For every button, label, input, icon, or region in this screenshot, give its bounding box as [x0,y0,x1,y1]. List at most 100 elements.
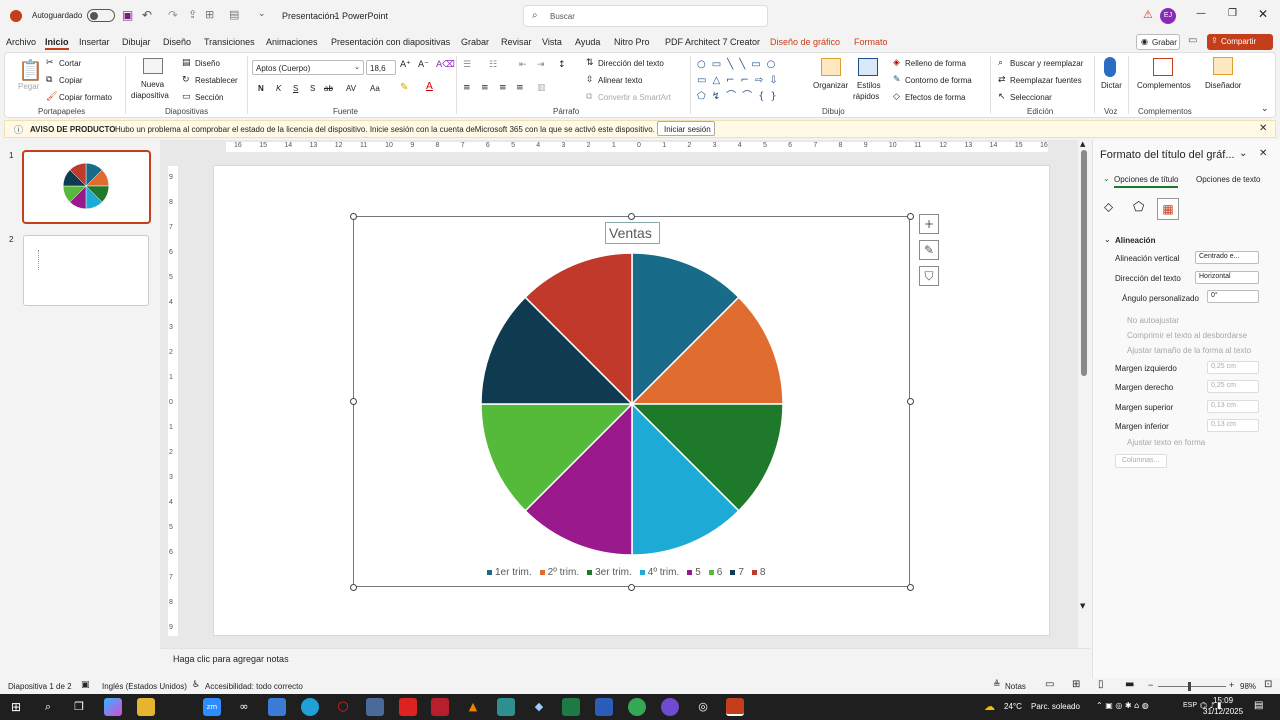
customize-qat-icon[interactable]: ⌄ [258,9,266,19]
powerpoint-taskbar-icon[interactable] [726,698,744,716]
shape-effects-button[interactable]: Efectos de forma [905,93,965,102]
tab-animaciones[interactable]: Animaciones [266,37,318,47]
grabar-button[interactable]: ◉ Grabar [1136,34,1180,50]
chevron-down-icon[interactable]: ⌄ [1239,148,1247,159]
cut-button[interactable]: Cortar [59,59,81,68]
valign-select[interactable]: Centrado e... [1195,251,1259,264]
select-button[interactable]: Seleccionar [1010,93,1052,102]
excel-icon[interactable] [562,698,580,716]
close-icon[interactable]: ✕ [1259,148,1267,159]
chart-elements-button[interactable]: + [919,214,939,234]
zoom-out-icon[interactable]: − [1148,680,1153,690]
dropbox-icon[interactable]: ◆ [530,698,548,716]
tab-revisar[interactable]: Revisar [501,37,532,47]
close-window-icon[interactable]: ✕ [1258,7,1268,21]
reset-button[interactable]: Restablecer [195,76,238,85]
layout-button[interactable]: Diseño [195,59,220,68]
shape-fill-button[interactable]: Relleno de forma [905,59,966,68]
tab-nitro[interactable]: Nitro Pro [614,37,650,47]
zoom-app-icon[interactable]: zm [203,698,221,716]
shrink-text-option[interactable]: Comprimir el texto al desbordarse [1127,331,1247,340]
infinity-app-icon[interactable]: ∞ [235,698,253,716]
notes-button[interactable]: Notas [1005,682,1026,691]
angle-input[interactable]: 0° [1207,290,1259,303]
smartart-button[interactable]: Convertir a SmartArt [598,93,671,102]
format-painter-button[interactable]: Copiar formato [59,93,112,102]
fit-slide-icon[interactable]: ⊡ [1264,679,1272,690]
tab-ayuda[interactable]: Ayuda [575,37,600,47]
search-icon[interactable]: ⌕ [39,698,57,716]
align-text-button[interactable]: Alinear texto [598,76,642,85]
minimize-icon[interactable]: — [1196,8,1206,19]
resize-handle[interactable] [350,398,357,405]
bold-button[interactable]: N [258,84,264,93]
resize-handle[interactable] [907,584,914,591]
search-box[interactable]: ⌕ Buscar [523,5,768,27]
designer-button[interactable]: Diseñador [1205,81,1241,90]
wrap-text-option[interactable]: Ajustar texto en forma [1127,438,1205,447]
resize-handle[interactable] [907,213,914,220]
acrobat-icon[interactable] [399,698,417,716]
collapse-ribbon-icon[interactable]: ⌄ [1261,104,1269,114]
clear-format-icon[interactable]: A⌫ [436,60,455,70]
legend-item[interactable]: 3er trim. [587,567,632,578]
zoom-level[interactable]: 98% [1240,682,1256,691]
chrome-icon[interactable] [628,698,646,716]
paste-icon[interactable]: 📋 [18,58,43,82]
app-icon[interactable]: ◎ [694,698,712,716]
clock-date[interactable]: 31/12/2025 [1203,707,1243,716]
grow-font-icon[interactable]: A⁺ [400,60,411,70]
weather-temp[interactable]: 24°C [1004,702,1022,711]
tab-title-options[interactable]: Opciones de título [1114,175,1179,188]
numbering-icon[interactable]: ☷ [489,60,497,70]
text-direction-button[interactable]: Dirección del texto [598,59,664,68]
align-right-icon[interactable]: ≡ [499,83,507,93]
resize-shape-option[interactable]: Ajustar tamaño de la forma al texto [1127,346,1251,355]
task-view-icon[interactable]: ❐ [70,698,88,716]
shape-outline-button[interactable]: Contorno de forma [905,76,972,85]
legend-item[interactable]: 8 [751,567,765,578]
autosave-toggle[interactable] [87,9,115,22]
scroll-down-icon[interactable]: ▼ [1080,602,1085,610]
normal-view-icon[interactable]: ▭ [1045,679,1054,690]
font-name-select[interactable]: Aptos (Cuerpo) ⌄ [252,60,364,75]
chart-legend[interactable]: 1er trim. 2º trim. 3er trim. 4º trim. 5 6 7 8 [487,567,773,579]
section-button[interactable]: Sección [195,93,223,102]
notifications-icon[interactable]: ▤ [1254,700,1263,711]
tab-vista[interactable]: Vista [542,37,562,47]
tab-inicio[interactable]: Inicio [45,37,69,50]
calculator-icon[interactable] [366,698,384,716]
tray-icons[interactable]: ⌃ ▣ ◎ ✱ ⌂ ◍ [1096,701,1149,710]
share-button[interactable]: ⇪ Compartir [1207,34,1273,50]
copilot-icon[interactable] [104,698,122,716]
app-icon[interactable] [661,698,679,716]
spacing-button[interactable]: AV [346,84,356,93]
italic-button[interactable]: K [276,84,281,93]
align-left-icon[interactable]: ≡ [463,83,471,93]
columns-icon[interactable]: ▥ [537,83,546,93]
language-status[interactable]: Inglés (Estados Unidos) [102,682,187,691]
tab-pdf-architect[interactable]: PDF Architect 7 Creator [665,37,760,47]
edge-icon[interactable] [301,698,319,716]
case-button[interactable]: Aa [370,84,380,93]
dictate-button[interactable]: Dictar [1101,81,1122,90]
opera-icon[interactable]: ○ [334,698,352,716]
quick-styles-button-2[interactable]: rápidos [853,92,879,101]
slide-thumbnail[interactable] [23,235,149,306]
tab-grabar[interactable]: Grabar [461,37,489,47]
underline-button[interactable]: S [293,84,298,93]
size-properties-icon[interactable]: ▦ [1157,198,1179,220]
photos-icon[interactable] [497,698,515,716]
find-replace-button[interactable]: Buscar y reemplazar [1010,59,1083,68]
word-icon[interactable] [595,698,613,716]
zoom-slider[interactable] [1158,682,1226,691]
qat-icon[interactable]: ⇪ [188,8,197,21]
scroll-up-icon[interactable]: ▲ [1080,140,1085,148]
qat-icon-3[interactable]: ▤ [229,8,239,21]
margin-bottom-input[interactable]: 0,13 cm [1207,419,1259,432]
tab-archivo[interactable]: Archivo [6,37,36,47]
effects-icon[interactable]: ⬠ [1133,200,1144,215]
app-icon[interactable] [268,698,286,716]
fill-line-icon[interactable]: ⬦ [1104,200,1113,215]
accessibility-status[interactable]: Accesibilidad: todo correcto [205,682,303,691]
